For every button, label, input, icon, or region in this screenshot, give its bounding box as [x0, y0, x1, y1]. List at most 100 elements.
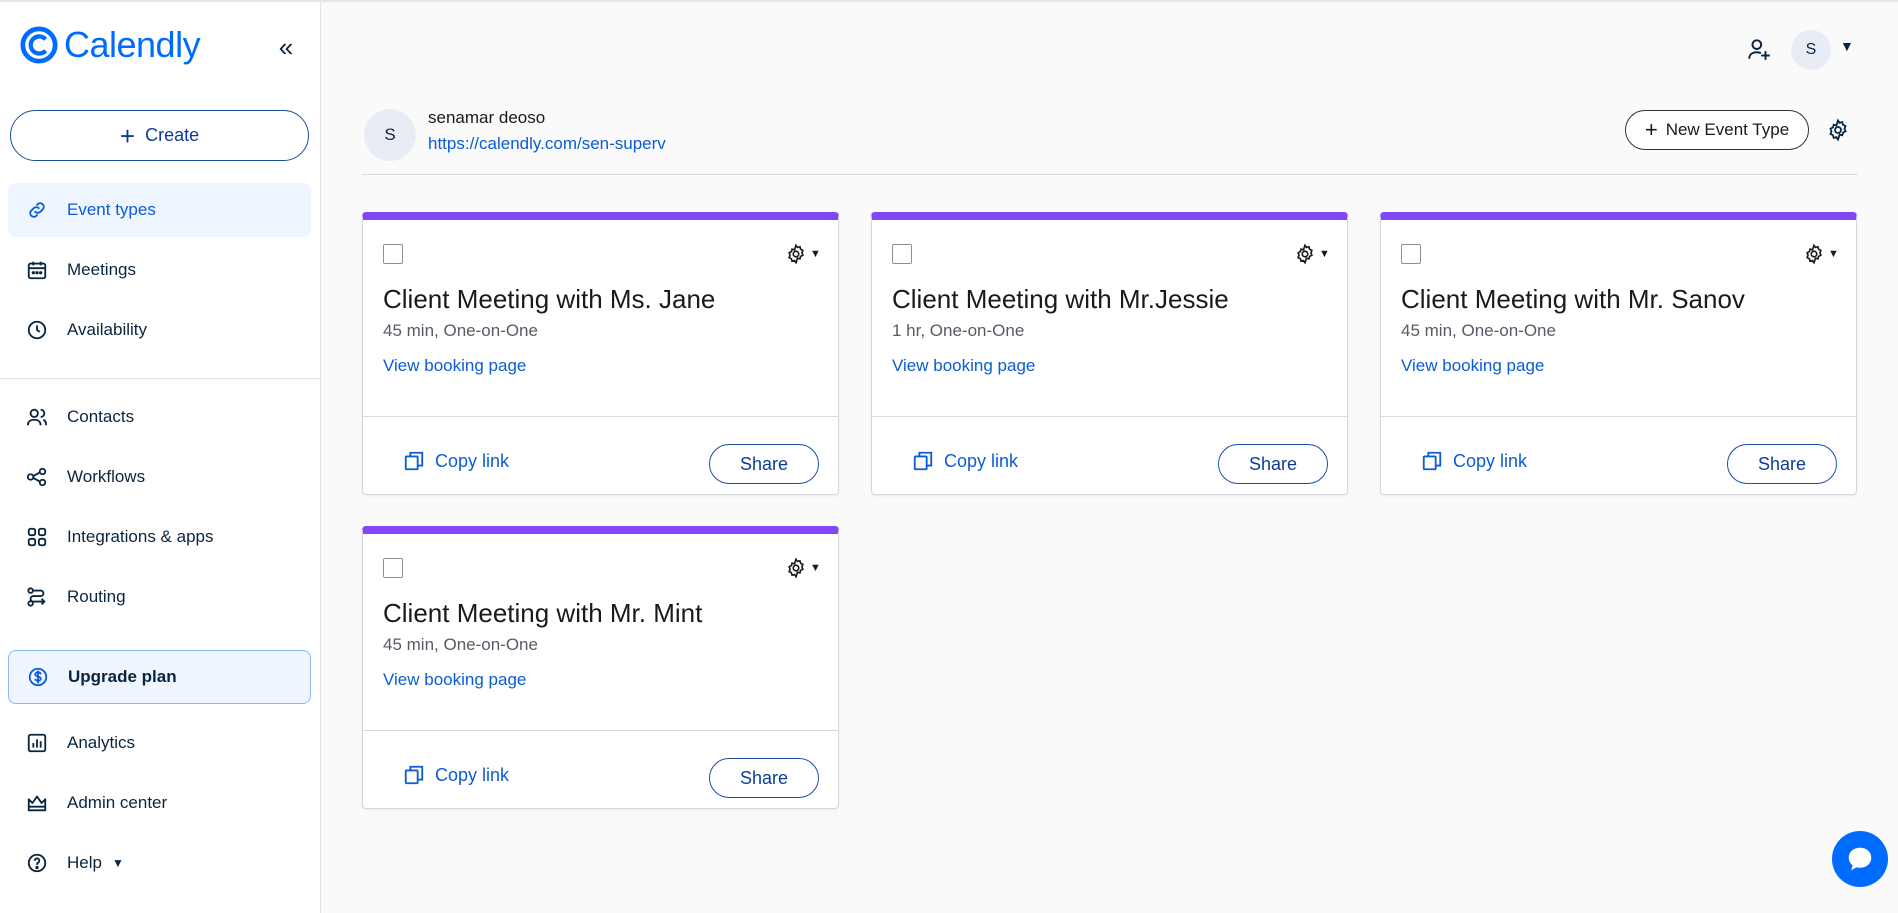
brand-name: Calendly: [64, 24, 201, 65]
caret-down-icon: ▼: [810, 562, 821, 574]
gear-icon: [788, 243, 804, 265]
event-title: Client Meeting with Ms. Jane: [383, 284, 716, 314]
gear-icon[interactable]: [1826, 118, 1850, 142]
copy-link-button[interactable]: Copy link: [1421, 450, 1527, 472]
calendly-logo[interactable]: Calendly: [20, 24, 201, 65]
event-select-checkbox[interactable]: [1401, 244, 1421, 264]
new-event-type-button[interactable]: + New Event Type: [1625, 110, 1809, 150]
sidebar-item-upgrade-plan[interactable]: Upgrade plan: [8, 650, 311, 704]
profile-name: senamar deoso: [428, 108, 546, 127]
chat-bubble-icon: [1848, 847, 1872, 871]
card-divider: [1381, 416, 1856, 417]
sidebar-item-admin-center[interactable]: Admin center: [8, 776, 311, 830]
sidebar-item-label: Workflows: [67, 467, 146, 486]
sidebar-item-availability[interactable]: Availability: [8, 303, 311, 357]
copy-icon: [1422, 451, 1442, 471]
share-button[interactable]: Share: [709, 758, 819, 798]
sidebar-item-event-types[interactable]: Event types: [8, 183, 311, 237]
contacts-icon: [26, 406, 48, 428]
event-duration-type: 45 min, One-on-One: [383, 635, 538, 654]
sidebar-item-label: Upgrade plan: [68, 667, 177, 686]
analytics-icon: [26, 732, 48, 754]
copy-link-label: Copy link: [435, 450, 510, 471]
event-select-checkbox[interactable]: [892, 244, 912, 264]
create-button-label: Create: [145, 125, 200, 145]
sidebar: Calendly « + Create Event types Meetings…: [0, 2, 321, 913]
sidebar-item-label: Analytics: [67, 733, 136, 752]
share-button[interactable]: Share: [1218, 444, 1328, 484]
sidebar-item-label: Availability: [67, 320, 148, 339]
copy-icon: [913, 451, 933, 471]
event-title: Client Meeting with Mr. Sanov: [1401, 284, 1745, 314]
caret-down-icon: ▼: [1828, 248, 1839, 260]
view-booking-page-link[interactable]: View booking page: [383, 356, 526, 376]
dollar-icon: [27, 666, 49, 688]
gear-icon: [1806, 243, 1822, 265]
copy-icon: [404, 451, 424, 471]
sidebar-item-label: Meetings: [67, 260, 136, 279]
sidebar-divider: [0, 378, 321, 379]
create-button[interactable]: + Create: [10, 110, 309, 161]
sidebar-item-label: Contacts: [67, 407, 135, 426]
event-settings-menu[interactable]: ▼: [785, 556, 831, 580]
sidebar-item-meetings[interactable]: Meetings: [8, 243, 311, 297]
copy-link-button[interactable]: Copy link: [403, 764, 509, 786]
copy-link-label: Copy link: [944, 450, 1019, 471]
sidebar-item-label: Event types: [67, 200, 156, 219]
card-divider: [363, 730, 838, 731]
event-select-checkbox[interactable]: [383, 244, 403, 264]
event-settings-menu[interactable]: ▼: [785, 242, 831, 266]
plus-icon: +: [1644, 117, 1658, 142]
sidebar-item-label: Help: [67, 853, 102, 872]
event-settings-menu[interactable]: ▼: [1294, 242, 1340, 266]
add-user-icon[interactable]: [1746, 36, 1772, 62]
avatar[interactable]: S: [1791, 30, 1831, 70]
profile-link[interactable]: https://calendly.com/sen-superv: [428, 134, 666, 154]
double-chevron-left-icon[interactable]: «: [272, 34, 300, 62]
sidebar-item-routing[interactable]: Routing: [8, 570, 311, 624]
sidebar-item-label: Admin center: [67, 793, 168, 812]
event-type-card[interactable]: ▼ Client Meeting with Mr. Mint 45 min, O…: [362, 526, 839, 809]
view-booking-page-link[interactable]: View booking page: [383, 670, 526, 690]
event-type-card[interactable]: ▼ Client Meeting with Ms. Jane 45 min, O…: [362, 212, 839, 495]
gear-icon: [1297, 243, 1313, 265]
sidebar-item-contacts[interactable]: Contacts: [8, 390, 311, 444]
gear-icon: [788, 557, 804, 579]
new-event-type-label: New Event Type: [1665, 120, 1790, 139]
caret-down-icon: ▼: [810, 248, 821, 260]
event-settings-menu[interactable]: ▼: [1803, 242, 1849, 266]
copy-link-button[interactable]: Copy link: [403, 450, 509, 472]
event-duration-type: 45 min, One-on-One: [1401, 321, 1556, 340]
copy-link-label: Copy link: [1453, 450, 1528, 471]
event-type-card[interactable]: ▼ Client Meeting with Mr. Sanov 45 min, …: [1380, 212, 1857, 495]
view-booking-page-link[interactable]: View booking page: [892, 356, 1035, 376]
event-select-checkbox[interactable]: [383, 558, 403, 578]
caret-down-icon: ▼: [111, 856, 124, 870]
card-divider: [872, 416, 1347, 417]
copy-icon: [404, 765, 424, 785]
copy-link-label: Copy link: [435, 764, 510, 785]
sidebar-item-analytics[interactable]: Analytics: [8, 716, 311, 770]
event-duration-type: 45 min, One-on-One: [383, 321, 538, 340]
event-title: Client Meeting with Mr.Jessie: [892, 284, 1229, 314]
sidebar-item-integrations[interactable]: Integrations & apps: [8, 510, 311, 564]
event-duration-type: 1 hr, One-on-One: [892, 321, 1025, 340]
header-divider: [362, 174, 1858, 175]
event-type-card[interactable]: ▼ Client Meeting with Mr.Jessie 1 hr, On…: [871, 212, 1348, 495]
help-icon: [26, 852, 48, 874]
copy-link-button[interactable]: Copy link: [912, 450, 1018, 472]
card-divider: [363, 416, 838, 417]
share-button[interactable]: Share: [1727, 444, 1837, 484]
sidebar-item-label: Routing: [67, 587, 126, 606]
calendly-logo-icon: [20, 26, 58, 64]
grid-icon: [26, 526, 48, 548]
sidebar-item-workflows[interactable]: Workflows: [8, 450, 311, 504]
chat-support-button[interactable]: [1832, 831, 1888, 887]
caret-down-icon[interactable]: ▼: [1840, 38, 1854, 54]
link-icon: [26, 199, 48, 221]
view-booking-page-link[interactable]: View booking page: [1401, 356, 1544, 376]
clock-icon: [26, 319, 48, 341]
workflows-icon: [26, 466, 48, 488]
sidebar-item-help[interactable]: Help ▼: [8, 836, 311, 890]
share-button[interactable]: Share: [709, 444, 819, 484]
